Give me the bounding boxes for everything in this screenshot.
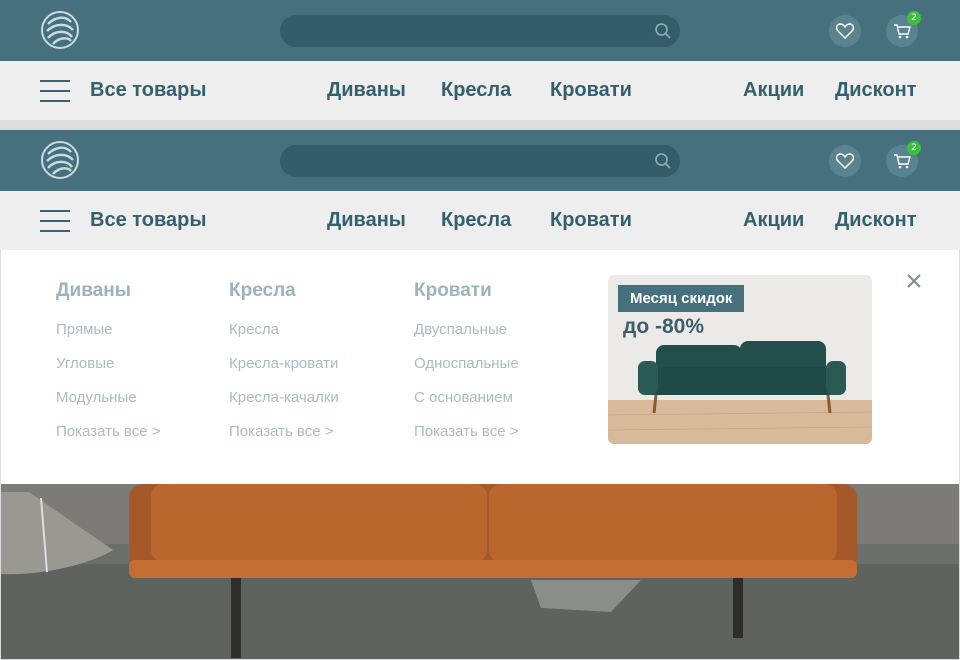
logo-icon[interactable] (40, 10, 80, 50)
show-all-link[interactable]: Показать все > (56, 423, 161, 440)
cart-icon (894, 24, 911, 39)
menu-link[interactable]: С основанием (414, 389, 513, 406)
menu-column-title[interactable]: Кресла (229, 280, 296, 302)
logo-icon[interactable] (40, 140, 80, 180)
menu-icon[interactable] (40, 80, 70, 102)
favorites-button[interactable] (829, 15, 861, 47)
nav-item-discount[interactable]: Дисконт (835, 191, 917, 250)
nav-all-products[interactable]: Все товары (90, 61, 206, 120)
promo-banner[interactable]: Месяц скидок до -80% (608, 275, 872, 444)
menu-link[interactable]: Прямые (56, 321, 113, 338)
nav-item-sofas[interactable]: Диваны (327, 191, 406, 250)
nav-item-beds[interactable]: Кровати (550, 61, 632, 120)
mega-menu-dropdown: Диваны Прямые Угловые Модульные Показать… (1, 250, 959, 484)
nav-item-beds[interactable]: Кровати (550, 191, 632, 250)
search-icon[interactable] (654, 152, 672, 170)
cart-button[interactable]: 2 (886, 141, 921, 177)
leather-sofa-image (1, 484, 959, 659)
close-icon[interactable] (904, 271, 924, 291)
menu-link[interactable]: Кресла-кровати (229, 355, 338, 372)
nav-item-discount[interactable]: Дисконт (835, 61, 917, 120)
heart-icon (836, 153, 854, 169)
nav-all-products[interactable]: Все товары (90, 191, 206, 250)
heart-icon (836, 23, 854, 39)
nav-item-sales[interactable]: Акции (743, 61, 804, 120)
menu-column-title[interactable]: Кровати (414, 280, 492, 302)
cart-button[interactable]: 2 (886, 11, 921, 47)
promo-discount: до -80% (623, 315, 705, 338)
nav-item-armchairs[interactable]: Кресла (441, 191, 511, 250)
menu-link[interactable]: Односпальные (414, 355, 519, 372)
hero-image (1, 484, 959, 659)
nav-bar: Все товары Диваны Кресла Кровати Акции Д… (0, 61, 960, 120)
cart-icon (894, 154, 911, 169)
nav-bar: Все товары Диваны Кресла Кровати Акции Д… (0, 191, 960, 250)
menu-column-title[interactable]: Диваны (56, 280, 131, 302)
menu-link[interactable]: Модульные (56, 389, 137, 406)
menu-link[interactable]: Угловые (56, 355, 114, 372)
show-all-link[interactable]: Показать все > (414, 423, 519, 440)
menu-link[interactable]: Кресла-качалки (229, 389, 339, 406)
top-bar: 2 (0, 0, 960, 61)
show-all-link[interactable]: Показать все > (229, 423, 334, 440)
nav-item-sales[interactable]: Акции (743, 191, 804, 250)
menu-link[interactable]: Двуспальные (414, 321, 507, 338)
cart-count-badge: 2 (907, 141, 921, 155)
search-input[interactable] (280, 15, 680, 47)
page: 2 Все товары Диваны Кресла Кровати Акции… (0, 0, 960, 660)
top-bar: 2 (0, 130, 960, 191)
menu-link[interactable]: Кресла (229, 321, 279, 338)
search-icon[interactable] (654, 22, 672, 40)
search-input[interactable] (280, 145, 680, 177)
favorites-button[interactable] (829, 145, 861, 177)
menu-icon[interactable] (40, 210, 70, 232)
cart-count-badge: 2 (907, 11, 921, 25)
nav-item-armchairs[interactable]: Кресла (441, 61, 511, 120)
promo-tag: Месяц скидок (618, 285, 745, 312)
nav-item-sofas[interactable]: Диваны (327, 61, 406, 120)
